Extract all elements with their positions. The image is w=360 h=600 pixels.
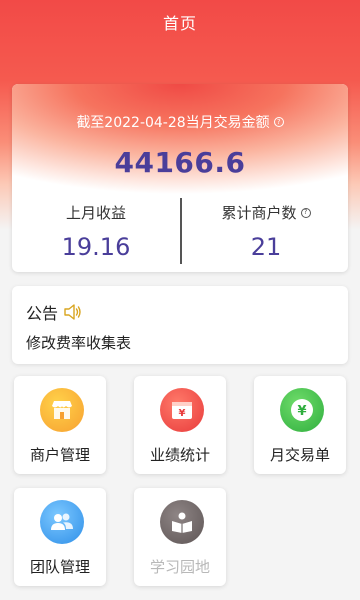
monthly-amount-label-text: 截至2022-04-28当月交易金额 <box>76 115 270 131</box>
notice-card[interactable]: 公告 修改费率收集表 <box>12 286 348 364</box>
notice-title-text: 公告 <box>26 304 59 323</box>
store-icon <box>40 388 84 432</box>
yen-coin-icon: ¥ <box>280 388 324 432</box>
wallet-icon: ¥ <box>160 388 204 432</box>
menu-performance-stats[interactable]: ¥ 业绩统计 <box>134 376 226 474</box>
svg-text:¥: ¥ <box>297 404 306 419</box>
summary-card: 截至2022-04-28当月交易金额 ? 44166.6 上月收益 19.16 … <box>12 84 348 272</box>
svg-text:¥: ¥ <box>179 408 186 419</box>
reading-icon <box>160 500 204 544</box>
last-month-income-label: 上月收益 <box>65 204 126 222</box>
menu-label: 团队管理 <box>29 558 90 576</box>
menu-label: 学习园地 <box>149 558 210 576</box>
menu-monthly-transactions[interactable]: ¥ 月交易单 <box>254 376 346 474</box>
total-merchants: 累计商户数 ? 21 <box>182 202 348 261</box>
menu-label: 业绩统计 <box>149 446 210 464</box>
last-month-income-value: 19.16 <box>61 233 131 261</box>
team-icon <box>40 500 84 544</box>
title-bar: 首页 <box>0 0 360 44</box>
help-icon[interactable]: ? <box>273 117 284 127</box>
page-title: 首页 <box>162 14 197 33</box>
menu-learning-center[interactable]: 学习园地 <box>134 488 226 586</box>
monthly-amount-value: 44166.6 <box>114 146 246 179</box>
notice-title: 公告 <box>26 300 82 324</box>
menu-label: 月交易单 <box>269 446 330 464</box>
total-merchants-value: 21 <box>250 233 282 261</box>
menu-merchant-management[interactable]: 商户管理 <box>14 376 106 474</box>
notice-text: 修改费率收集表 <box>26 334 132 352</box>
last-month-income: 上月收益 19.16 <box>12 202 180 261</box>
speaker-icon <box>64 304 81 320</box>
help-icon[interactable]: ? <box>300 207 311 218</box>
menu-label: 商户管理 <box>29 446 90 464</box>
menu-team-management[interactable]: 团队管理 <box>14 488 106 586</box>
total-merchants-label: 累计商户数 <box>221 204 297 222</box>
monthly-amount-label: 截至2022-04-28当月交易金额 ? <box>12 112 348 132</box>
